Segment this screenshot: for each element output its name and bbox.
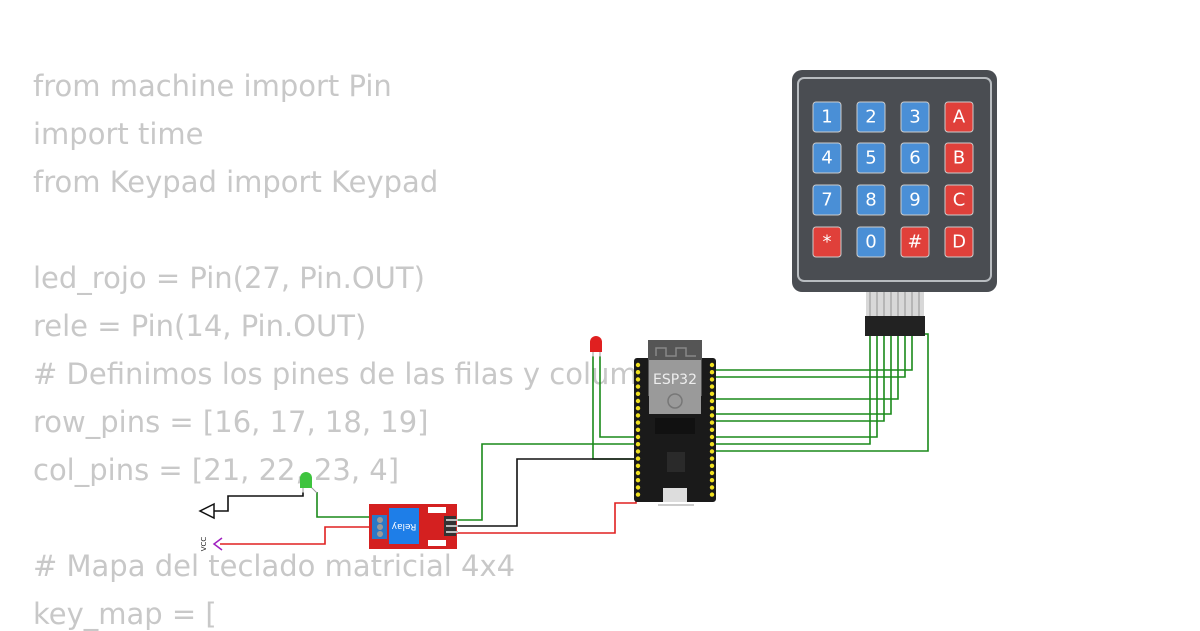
key-label: 7: [821, 190, 832, 211]
key-A[interactable]: A: [944, 101, 974, 133]
led-green[interactable]: [300, 472, 318, 494]
esp32-label: ESP32: [653, 372, 697, 388]
wire-keypad-8[interactable]: [712, 333, 929, 452]
wire-led-green-gnd[interactable]: [210, 492, 304, 512]
key-3[interactable]: 3: [900, 101, 930, 133]
key-label: 4: [821, 148, 832, 169]
key-label: B: [953, 148, 965, 169]
key-label: 0: [865, 232, 876, 253]
key-label: 9: [909, 190, 920, 211]
wire-keypad-7[interactable]: [712, 334, 913, 371]
key-0[interactable]: 0: [856, 226, 886, 258]
key-label: D: [952, 232, 966, 253]
wires: [210, 333, 929, 545]
key-2[interactable]: 2: [856, 101, 886, 133]
key-#[interactable]: #: [900, 226, 930, 258]
key-9[interactable]: 9: [900, 184, 930, 216]
key-7[interactable]: 7: [812, 184, 842, 216]
key-4[interactable]: 4: [812, 142, 842, 174]
key-label: A: [953, 107, 966, 128]
keypad-wires: [712, 333, 929, 452]
wire-relay-in[interactable]: [456, 443, 636, 521]
key-label: C: [953, 190, 966, 211]
wire-vcc-relay[interactable]: [220, 526, 372, 545]
key-label: 1: [821, 107, 832, 128]
key-*[interactable]: *: [812, 226, 842, 258]
key-C[interactable]: C: [944, 184, 974, 216]
key-label: #: [907, 232, 922, 253]
ground-icon: [198, 502, 215, 520]
key-B[interactable]: B: [944, 142, 974, 174]
key-label: 5: [865, 148, 876, 169]
keypad-4x4[interactable]: 1 2 3 A 4 5 6 B 7 8 9 C * 0 # D: [792, 70, 997, 336]
key-D[interactable]: D: [944, 226, 974, 258]
vcc-label: VCC: [200, 537, 208, 552]
wire-relay-vcc[interactable]: [456, 496, 637, 534]
key-label: *: [823, 232, 832, 253]
key-label: 6: [909, 148, 920, 169]
usb-port: [663, 488, 687, 502]
key-5[interactable]: 5: [856, 142, 886, 174]
circuit-diagram: 1 2 3 A 4 5 6 B 7 8 9 C * 0 # D ESP32 VCC Relay: [198, 70, 997, 552]
wire-led-red[interactable]: [599, 356, 636, 438]
esp32-board[interactable]: ESP32: [634, 340, 716, 506]
key-label: 2: [865, 107, 876, 128]
keypad-header: [865, 316, 925, 336]
wire-keypad-1[interactable]: [712, 334, 871, 445]
wire-keypad-4[interactable]: [712, 334, 892, 415]
relay-module[interactable]: Relay: [369, 504, 458, 549]
wire-led-green-relay[interactable]: [316, 492, 372, 518]
vcc-symbol: VCC: [200, 537, 223, 552]
relay-label: Relay: [391, 521, 416, 531]
key-1[interactable]: 1: [812, 101, 842, 133]
key-label: 3: [909, 107, 920, 128]
wire-relay-gnd[interactable]: [456, 458, 636, 527]
key-6[interactable]: 6: [900, 142, 930, 174]
led-red[interactable]: [590, 336, 602, 357]
key-8[interactable]: 8: [856, 184, 886, 216]
key-label: 8: [865, 190, 876, 211]
